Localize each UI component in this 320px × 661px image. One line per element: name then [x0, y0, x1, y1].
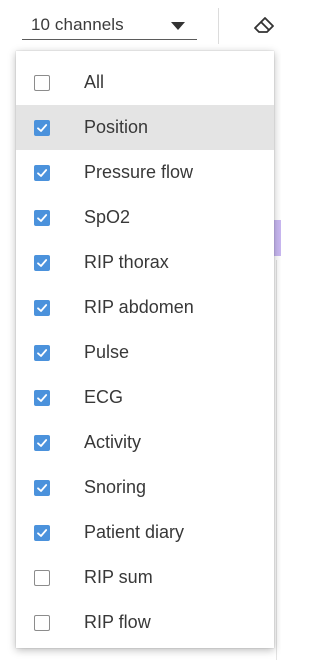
- checkmark-icon: [37, 394, 48, 402]
- toolbar-divider: [218, 8, 219, 44]
- menu-item-label: Patient diary: [84, 522, 185, 542]
- channel-selector-view: 10 channels All Position Pressure flow SpO2…: [0, 0, 281, 661]
- menu-item-position[interactable]: Position: [16, 105, 274, 150]
- menu-item-label: RIP thorax: [84, 252, 169, 272]
- checkbox[interactable]: [34, 255, 50, 271]
- checkmark-icon: [37, 439, 48, 447]
- checkmark-icon: [37, 349, 48, 357]
- checkmark-icon: [37, 304, 48, 312]
- menu-item-rip-flow[interactable]: RIP flow: [16, 600, 274, 645]
- chevron-down-icon: [171, 22, 185, 30]
- channel-select[interactable]: 10 channels: [22, 10, 197, 40]
- menu-item-pressure-flow[interactable]: Pressure flow: [16, 150, 274, 195]
- menu-item-snoring[interactable]: Snoring: [16, 465, 274, 510]
- checkbox[interactable]: [34, 480, 50, 496]
- menu-item-label: Activity: [84, 432, 142, 452]
- menu-item-label: All: [84, 72, 105, 92]
- checkmark-icon: [37, 484, 48, 492]
- menu-item-ecg[interactable]: ECG: [16, 375, 274, 420]
- background-grid-line: [276, 260, 277, 660]
- checkbox[interactable]: [34, 525, 50, 541]
- channel-dropdown-menu: All Position Pressure flow SpO2 RIP thorax RI…: [16, 51, 274, 648]
- menu-item-label: RIP sum: [84, 567, 153, 587]
- checkbox[interactable]: [34, 345, 50, 361]
- menu-item-label: RIP abdomen: [84, 297, 194, 317]
- eraser-icon[interactable]: [252, 12, 278, 36]
- background-channel-stripe: [274, 220, 281, 256]
- checkmark-icon: [37, 259, 48, 267]
- checkbox[interactable]: [34, 120, 50, 136]
- checkbox[interactable]: [34, 435, 50, 451]
- menu-item-rip-abdomen[interactable]: RIP abdomen: [16, 285, 274, 330]
- menu-item-label: Position: [84, 117, 149, 137]
- menu-item-rip-sum[interactable]: RIP sum: [16, 555, 274, 600]
- menu-item-label: Pulse: [84, 342, 130, 362]
- menu-item-rip-thorax[interactable]: RIP thorax: [16, 240, 274, 285]
- checkbox[interactable]: [34, 75, 50, 91]
- menu-item-patient-diary[interactable]: Patient diary: [16, 510, 274, 555]
- menu-item-label: RIP flow: [84, 612, 151, 632]
- menu-item-label: ECG: [84, 387, 124, 407]
- checkbox[interactable]: [34, 570, 50, 586]
- menu-item-pulse[interactable]: Pulse: [16, 330, 274, 375]
- menu-item-activity[interactable]: Activity: [16, 420, 274, 465]
- checkbox[interactable]: [34, 210, 50, 226]
- checkmark-icon: [37, 124, 48, 132]
- checkmark-icon: [37, 169, 48, 177]
- checkbox[interactable]: [34, 300, 50, 316]
- checkbox[interactable]: [34, 165, 50, 181]
- menu-item-all[interactable]: All: [16, 60, 274, 105]
- checkbox[interactable]: [34, 390, 50, 406]
- checkmark-icon: [37, 214, 48, 222]
- channel-select-label: 10 channels: [31, 15, 124, 34]
- menu-item-label: Snoring: [84, 477, 147, 497]
- menu-item-spo2[interactable]: SpO2: [16, 195, 274, 240]
- checkbox[interactable]: [34, 615, 50, 631]
- checkmark-icon: [37, 529, 48, 537]
- menu-item-label: Pressure flow: [84, 162, 194, 182]
- menu-item-label: SpO2: [84, 207, 131, 227]
